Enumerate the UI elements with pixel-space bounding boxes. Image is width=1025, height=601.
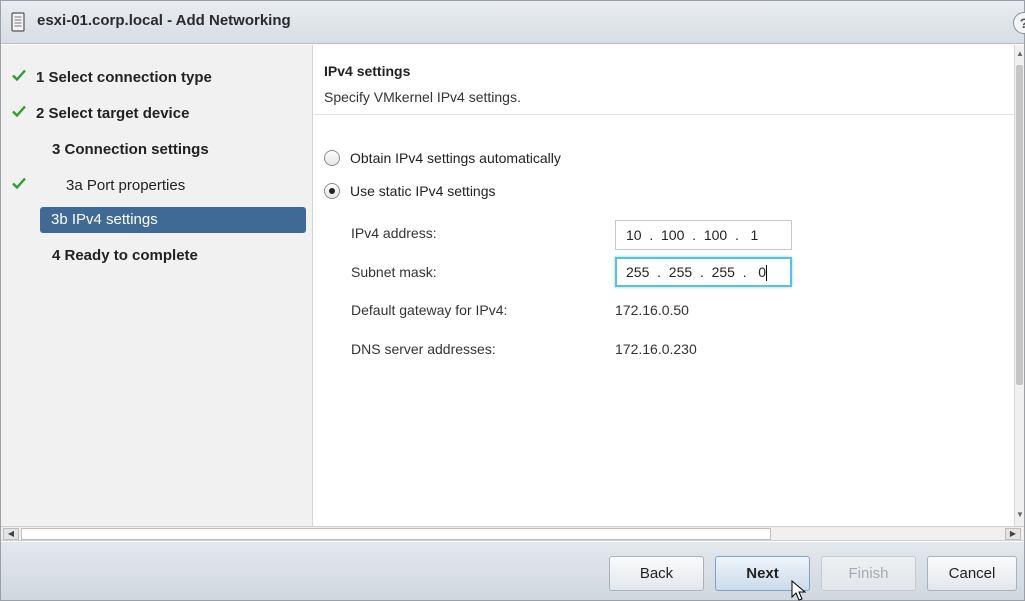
section-divider (314, 114, 1014, 115)
nav-step-label: 3 Connection settings (52, 141, 209, 158)
ipv4-settings-panel: IPv4 settings Specify VMkernel IPv4 sett… (314, 45, 1014, 526)
default-gateway-value: 172.16.0.50 (615, 302, 689, 318)
wizard-step-nav: 1 Select connection type 2 Select target… (1, 45, 313, 526)
text-caret (766, 265, 768, 282)
nav-step-label: 1 Select connection type (36, 69, 212, 86)
checkmark-icon (12, 69, 26, 82)
radio-label: Obtain IPv4 settings automatically (350, 150, 561, 166)
dialog-title-bar[interactable]: esxi-01.corp.local - Add Networking ? (1, 1, 1025, 44)
dialog-title: esxi-01.corp.local - Add Networking (37, 12, 291, 29)
subnet-mask-input[interactable]: 255 . 255 . 255 . 0 (615, 257, 792, 287)
dns-servers-value: 172.16.0.230 (615, 341, 697, 357)
nav-step-port-properties[interactable]: 3a Port properties (1, 171, 313, 199)
cancel-button[interactable]: Cancel (927, 556, 1017, 591)
radio-label: Use static IPv4 settings (350, 183, 496, 199)
checkmark-icon (12, 105, 26, 118)
dialog-window-icon (11, 12, 25, 32)
ipv4-address-label: IPv4 address: (351, 225, 437, 241)
nav-step-connection-settings[interactable]: 3 Connection settings (1, 135, 313, 163)
mouse-pointer-icon (791, 580, 807, 601)
add-networking-dialog: esxi-01.corp.local - Add Networking ? 1 … (0, 0, 1025, 601)
scroll-left-icon[interactable]: ◀ (3, 528, 19, 540)
horizontal-scrollbar[interactable]: ◀ ▶ (1, 526, 1024, 541)
nav-step-ready-to-complete[interactable]: 4 Ready to complete (1, 241, 313, 269)
nav-step-label: 3b IPv4 settings (51, 211, 158, 228)
scroll-right-icon[interactable]: ▶ (1005, 528, 1021, 540)
nav-step-label: 3a Port properties (66, 177, 186, 194)
default-gateway-label: Default gateway for IPv4: (351, 302, 508, 318)
dialog-footer: Back Next Finish Cancel (1, 542, 1024, 600)
section-title: IPv4 settings (324, 63, 411, 79)
nav-step-select-target-device[interactable]: 2 Select target device (1, 99, 313, 127)
nav-step-select-connection-type[interactable]: 1 Select connection type (1, 63, 313, 91)
section-subtitle: Specify VMkernel IPv4 settings. (324, 89, 521, 105)
dns-servers-label: DNS server addresses: (351, 341, 496, 357)
checkmark-icon (12, 177, 26, 190)
scroll-up-icon[interactable]: ▲ (1016, 49, 1024, 59)
scroll-down-icon[interactable]: ▼ (1016, 510, 1024, 520)
radio-button[interactable] (324, 150, 340, 166)
vertical-scrollbar[interactable]: ▲ ▼ (1014, 45, 1024, 526)
subnet-mask-label: Subnet mask: (351, 264, 437, 280)
nav-step-ipv4-settings[interactable]: 3b IPv4 settings (1, 205, 313, 233)
radio-button-selected[interactable] (324, 183, 340, 199)
nav-step-label: 2 Select target device (36, 105, 190, 122)
back-button[interactable]: Back (609, 556, 704, 591)
help-icon[interactable]: ? (1013, 12, 1025, 34)
finish-button: Finish (821, 556, 916, 591)
ipv4-address-input[interactable]: 10 . 100 . 100 . 1 (615, 220, 792, 250)
vertical-scroll-thumb[interactable] (1016, 65, 1023, 385)
nav-step-label: 4 Ready to complete (52, 247, 198, 264)
horizontal-scroll-thumb[interactable] (21, 528, 771, 540)
